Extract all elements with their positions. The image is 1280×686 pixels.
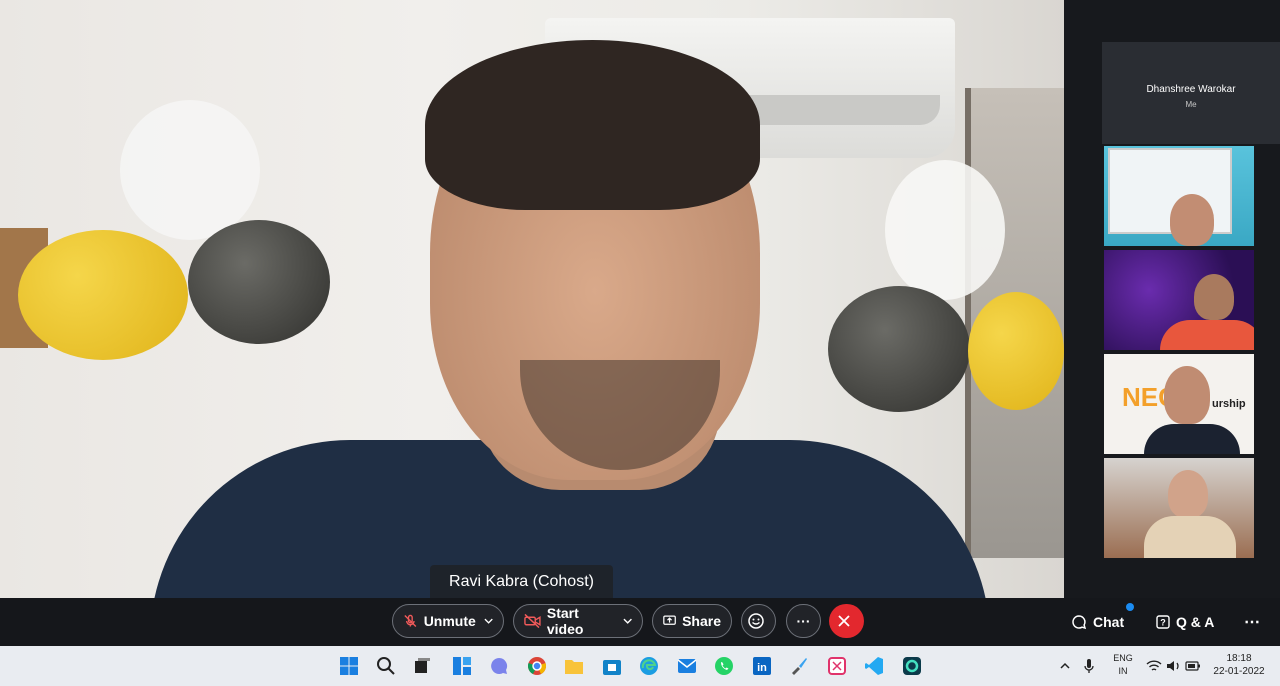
speaker-icon[interactable] [1165, 654, 1183, 678]
more-options-button[interactable]: ··· [786, 604, 821, 638]
tile-banner-text: urship [1212, 398, 1246, 410]
mail-icon[interactable] [675, 654, 699, 678]
participant-person [1170, 194, 1214, 246]
qa-button[interactable]: ? Q & A [1156, 612, 1214, 632]
share-screen-icon [663, 615, 676, 625]
muted-mic-icon [404, 614, 417, 627]
participant-tile[interactable]: NEO urship [1104, 354, 1254, 454]
microphone-icon[interactable] [1080, 654, 1098, 678]
self-name: Dhanshree Warokar [1146, 84, 1236, 95]
participant-person [1168, 470, 1208, 518]
start-video-button[interactable]: Start video [513, 604, 643, 638]
black-balloon [188, 220, 330, 344]
reactions-button[interactable] [741, 604, 776, 638]
participant-shirt [1160, 320, 1254, 350]
webex-icon[interactable] [900, 654, 924, 678]
chevron-down-icon[interactable] [623, 616, 632, 626]
white-balloon [885, 160, 1005, 300]
chat-label: Chat [1093, 614, 1125, 630]
search-icon[interactable] [374, 654, 398, 678]
panel-more-label: ⋯ [1244, 614, 1260, 631]
chat-notification-dot [1126, 603, 1134, 611]
language-indicator[interactable]: ENG IN [1108, 652, 1138, 678]
language-region: IN [1118, 666, 1128, 676]
chevron-up-icon[interactable] [1057, 654, 1073, 678]
teams-chat-icon[interactable] [487, 654, 511, 678]
svg-text:?: ? [1160, 618, 1166, 628]
file-explorer-icon[interactable] [562, 654, 586, 678]
participant-tile[interactable] [1104, 146, 1254, 246]
widgets-icon[interactable] [450, 654, 474, 678]
participant-person [1164, 366, 1210, 424]
video-off-icon [524, 613, 541, 629]
wifi-icon[interactable] [1145, 654, 1163, 678]
chat-bubble-icon [1072, 615, 1087, 630]
chat-button[interactable]: Chat [1071, 612, 1124, 632]
panel-more-button[interactable]: ⋯ [1244, 612, 1260, 632]
start-video-label: Start video [546, 605, 584, 637]
self-label: Me [1185, 100, 1197, 109]
participant-shirt [1144, 516, 1236, 558]
whatsapp-icon[interactable] [712, 654, 736, 678]
paint-icon[interactable] [787, 654, 811, 678]
main-video-feed [0, 0, 1064, 598]
active-speaker-name: Ravi Kabra (Cohost) [430, 565, 613, 598]
presenter-hair [425, 40, 760, 210]
share-button[interactable]: Share [652, 604, 732, 638]
participant-tile[interactable] [1104, 458, 1254, 558]
edge-icon[interactable] [637, 654, 661, 678]
share-label: Share [682, 613, 721, 629]
white-balloon [120, 100, 260, 240]
more-label: ··· [796, 613, 811, 629]
vscode-icon[interactable] [862, 654, 886, 678]
chrome-icon[interactable] [525, 654, 549, 678]
close-icon [837, 615, 850, 627]
language-code: ENG [1113, 653, 1133, 663]
qa-label: Q & A [1176, 614, 1215, 630]
svg-text:in: in [757, 662, 767, 674]
yellow-balloon [968, 292, 1064, 410]
clock-time: 18:18 [1226, 653, 1252, 664]
unmute-label: Unmute [423, 613, 476, 629]
question-icon: ? [1156, 615, 1170, 629]
black-balloon [828, 286, 970, 412]
participant-tile[interactable] [1104, 250, 1254, 350]
snip-icon[interactable] [825, 654, 849, 678]
yellow-balloon [18, 230, 188, 360]
participant-person [1194, 274, 1234, 320]
leave-meeting-button[interactable] [829, 604, 864, 638]
smiley-icon [747, 613, 764, 629]
clock[interactable]: 18:18 22-01-2022 [1208, 652, 1270, 678]
self-video-tile[interactable]: Dhanshree Warokar Me [1102, 42, 1280, 144]
linkedin-icon[interactable]: in [750, 654, 774, 678]
store-icon[interactable] [600, 654, 624, 678]
clock-date: 22-01-2022 [1213, 666, 1265, 677]
chevron-down-icon[interactable] [484, 616, 493, 626]
battery-icon[interactable] [1184, 654, 1202, 678]
participant-shirt [1144, 424, 1240, 454]
unmute-button[interactable]: Unmute [392, 604, 504, 638]
windows-start-icon[interactable] [337, 654, 361, 678]
task-view-icon[interactable] [410, 654, 434, 678]
